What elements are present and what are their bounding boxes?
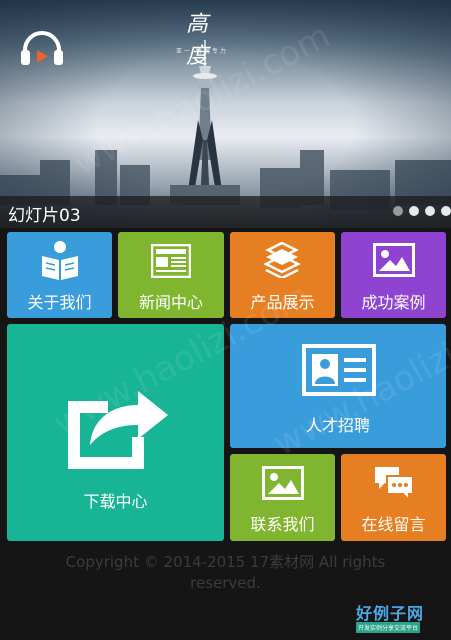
copyright-line-1: Copyright © 2014-2015 17素材网 All rights (65, 553, 386, 571)
tile-success-cases[interactable]: 成功案例 (341, 232, 446, 318)
tile-contact-us[interactable]: 联系我们 (230, 454, 335, 541)
haolizi-watermark-logo: 好例子网 开发实例分享交流平台 (352, 600, 432, 634)
image-slider[interactable]: 高度 亚一 特就专力 幻灯片03 (0, 0, 451, 228)
tile-news-center[interactable]: 新闻中心 (118, 232, 224, 318)
slider-dot-2[interactable] (409, 206, 419, 216)
tile-contact-us-label: 联系我们 (250, 515, 315, 534)
tile-success-cases-label: 成功案例 (361, 293, 426, 312)
tile-online-message-label: 在线留言 (361, 515, 426, 534)
tile-recruitment[interactable]: 人才招聘 (230, 324, 446, 448)
tile-news-center-label: 新闻中心 (138, 293, 203, 312)
slide-caption: 幻灯片03 (8, 206, 81, 226)
tile-about-us-label: 关于我们 (27, 293, 92, 312)
banner-brand-subtitle: 亚一 特就专力 (176, 48, 228, 55)
picture-icon (262, 466, 304, 500)
copyright-line-2: reserved. (190, 574, 261, 592)
reading-person-icon (42, 241, 78, 280)
headphones-icon[interactable] (19, 30, 65, 68)
tile-about-us[interactable]: 关于我们 (7, 232, 112, 318)
slider-dot-3[interactable] (425, 206, 435, 216)
tile-products-label: 产品展示 (250, 293, 315, 312)
tile-recruitment-label: 人才招聘 (305, 416, 370, 435)
tile-download-center[interactable]: 下载中心 (7, 324, 224, 541)
chat-bubbles-icon (375, 467, 414, 502)
picture-icon (373, 243, 415, 277)
watermark-logo-text: 好例子网 (356, 604, 425, 623)
watermark-logo-subtitle: 开发实例分享交流平台 (356, 622, 421, 633)
tile-download-center-label: 下载中心 (83, 492, 148, 511)
banner-vignette (0, 0, 451, 228)
tile-online-message[interactable]: 在线留言 (341, 454, 446, 541)
id-card-icon (302, 344, 376, 396)
newspaper-icon (151, 244, 191, 278)
share-arrow-icon (68, 391, 168, 469)
slider-dot-1[interactable] (393, 206, 403, 216)
tile-products[interactable]: 产品展示 (230, 232, 335, 318)
slide-caption-bar: 幻灯片03 (0, 196, 451, 228)
slider-pagination (393, 206, 451, 216)
copyright-text: Copyright © 2014-2015 17素材网 All rights r… (0, 552, 451, 594)
banner-brand-mark: 高度 (186, 12, 209, 69)
slider-dot-4[interactable] (441, 206, 451, 216)
stacked-papers-icon (263, 242, 301, 278)
